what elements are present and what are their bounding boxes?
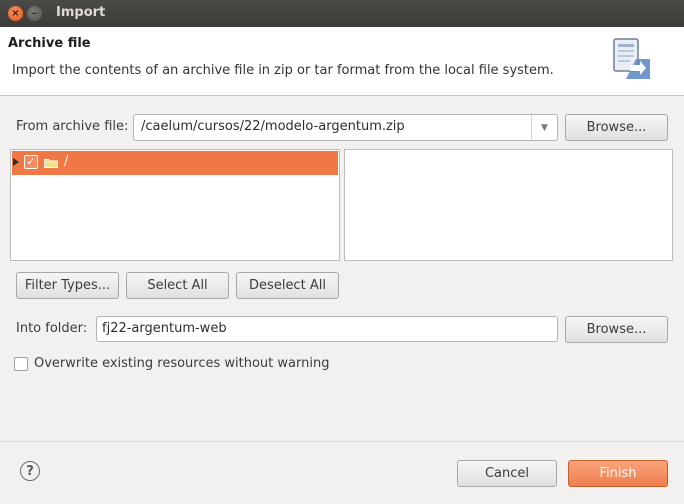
filter-types-label: Filter Types... [24, 278, 111, 293]
minimize-icon: – [32, 7, 37, 19]
chevron-down-icon[interactable]: ▼ [531, 115, 557, 140]
deselect-all-button[interactable]: Deselect All [236, 272, 339, 299]
title-bar: × – Import [0, 0, 684, 27]
browse-archive-label: Browse... [586, 120, 647, 135]
close-icon: × [11, 7, 20, 19]
finish-button[interactable]: Finish [568, 460, 668, 487]
window-title: Import [56, 5, 106, 20]
minimize-window-button[interactable]: – [27, 6, 42, 21]
cancel-label: Cancel [484, 466, 530, 481]
tree-item-label: / [64, 154, 69, 169]
finish-label: Finish [599, 466, 637, 481]
select-all-label: Select All [147, 278, 208, 293]
archive-file-value: /caelum/cursos/22/modelo-argentum.zip [141, 119, 405, 134]
tree-item-root[interactable]: ✓ / [12, 151, 338, 175]
browse-archive-button[interactable]: Browse... [565, 114, 668, 141]
help-icon: ? [26, 463, 34, 479]
browse-folder-button[interactable]: Browse... [565, 316, 668, 343]
select-all-button[interactable]: Select All [126, 272, 229, 299]
archive-file-combo[interactable]: /caelum/cursos/22/modelo-argentum.zip ▼ [133, 114, 558, 141]
archive-tree[interactable]: ✓ / [10, 149, 340, 261]
archive-file-label: From archive file: [16, 119, 129, 134]
into-folder-field[interactable]: fj22-argentum-web [96, 316, 558, 342]
overwrite-checkbox[interactable] [14, 357, 28, 371]
overwrite-label[interactable]: Overwrite existing resources without war… [34, 356, 329, 371]
tree-item-checkbox[interactable]: ✓ [24, 155, 38, 169]
into-folder-label: Into folder: [16, 321, 88, 336]
page-description: Import the contents of an archive file i… [12, 63, 554, 78]
wizard-header: Archive file Import the contents of an a… [0, 27, 684, 96]
close-window-button[interactable]: × [8, 6, 23, 21]
help-button[interactable]: ? [20, 461, 40, 481]
archive-import-icon [613, 38, 650, 79]
deselect-all-label: Deselect All [249, 278, 326, 293]
into-folder-value: fj22-argentum-web [102, 321, 227, 336]
page-title: Archive file [8, 36, 91, 51]
browse-folder-label: Browse... [586, 322, 647, 337]
cancel-button[interactable]: Cancel [457, 460, 557, 487]
expand-arrow-icon[interactable] [13, 158, 19, 166]
filter-types-button[interactable]: Filter Types... [16, 272, 119, 299]
file-list[interactable] [344, 149, 673, 261]
folder-icon [44, 159, 58, 168]
footer-divider [0, 441, 684, 442]
